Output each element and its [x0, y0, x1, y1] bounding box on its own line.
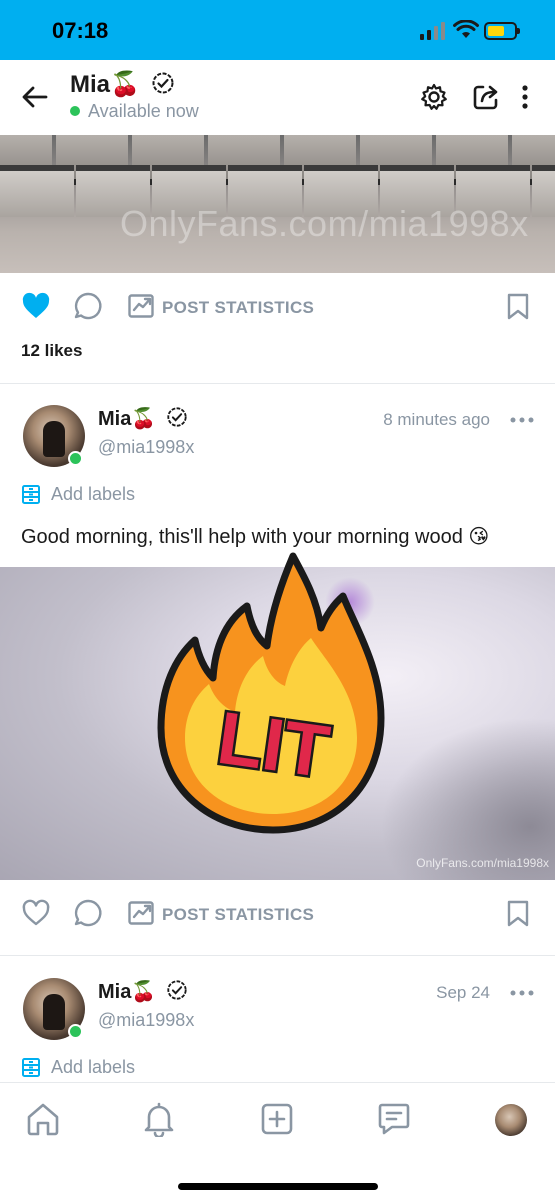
add-labels-button[interactable]: Add labels — [21, 1057, 135, 1078]
media-watermark: OnlyFans.com/mia1998x — [416, 856, 549, 870]
back-arrow-icon[interactable] — [20, 82, 50, 112]
previous-post-media[interactable]: OnlyFans.com/mia1998x — [0, 135, 555, 273]
online-indicator — [68, 1024, 83, 1039]
comment-icon[interactable] — [72, 290, 104, 322]
gear-icon[interactable] — [419, 82, 449, 112]
post-statistics-button[interactable]: POST STATISTICS — [162, 905, 314, 925]
online-dot — [70, 106, 80, 116]
home-icon[interactable] — [25, 1101, 61, 1137]
profile-header: Mia🍒 Available now — [0, 60, 555, 135]
post-author-handle[interactable]: @mia1998x — [98, 1010, 194, 1031]
comment-icon[interactable] — [72, 897, 104, 929]
label-icon — [22, 1058, 40, 1077]
add-labels-text: Add labels — [51, 1057, 136, 1077]
bookmark-icon[interactable] — [502, 897, 534, 929]
add-labels-text: Add labels — [51, 484, 136, 504]
post-author-name: Mia🍒 — [98, 981, 157, 1003]
verified-icon — [167, 407, 187, 427]
likes-count[interactable]: 12 likes — [21, 341, 82, 361]
messages-icon[interactable] — [376, 1101, 412, 1137]
verified-icon — [167, 980, 187, 1000]
divider — [0, 383, 555, 384]
previous-post-actions: POST STATISTICS — [0, 276, 555, 336]
post-header: Mia🍒 @mia1998x 8 minutes ago — [0, 405, 555, 485]
post-author-row[interactable]: Mia🍒 — [98, 979, 188, 1004]
post-author-name: Mia🍒 — [98, 408, 157, 430]
home-indicator — [178, 1183, 378, 1190]
header-name-row[interactable]: Mia🍒 — [70, 70, 175, 99]
post-author-handle[interactable]: @mia1998x — [98, 437, 194, 458]
statistics-icon[interactable] — [126, 897, 158, 929]
post-text: Good morning, this'll help with your mor… — [21, 526, 490, 548]
wifi-icon — [453, 20, 479, 38]
bookmark-icon[interactable] — [502, 290, 534, 322]
post-statistics-button[interactable]: POST STATISTICS — [162, 298, 314, 318]
lit-sticker-text: LIT — [213, 696, 334, 794]
more-horizontal-icon[interactable] — [509, 988, 535, 998]
status-time: 07:18 — [52, 18, 109, 43]
post-actions: POST STATISTICS — [0, 883, 555, 943]
lit-fire-sticker: LIT — [157, 552, 385, 834]
more-horizontal-icon[interactable] — [509, 415, 535, 425]
battery-icon — [484, 22, 520, 40]
signal-icon — [420, 22, 446, 40]
online-indicator — [68, 451, 83, 466]
bell-icon[interactable] — [141, 1101, 177, 1137]
label-icon — [22, 485, 40, 504]
availability-status: Available now — [70, 101, 199, 122]
post-timestamp: Sep 24 — [436, 983, 490, 1002]
verified-icon — [152, 72, 174, 94]
post-header: Mia🍒 @mia1998x Sep 24 — [0, 978, 555, 1058]
add-post-icon[interactable] — [259, 1101, 295, 1137]
post-timestamp: 8 minutes ago — [383, 410, 490, 429]
header-name: Mia🍒 — [70, 71, 140, 98]
media-watermark: OnlyFans.com/mia1998x — [120, 203, 529, 244]
divider — [0, 955, 555, 956]
post-author-row[interactable]: Mia🍒 — [98, 406, 188, 431]
add-labels-button[interactable]: Add labels — [21, 484, 135, 505]
share-icon[interactable] — [471, 82, 501, 112]
heart-icon[interactable] — [20, 897, 52, 929]
bottom-navigation — [0, 1082, 555, 1200]
status-bar: 07:18 — [0, 0, 555, 60]
availability-text: Available now — [88, 101, 199, 121]
heart-filled-icon[interactable] — [20, 290, 52, 322]
more-vertical-icon[interactable] — [512, 82, 538, 112]
profile-avatar[interactable] — [495, 1104, 527, 1136]
statistics-icon[interactable] — [126, 290, 158, 322]
